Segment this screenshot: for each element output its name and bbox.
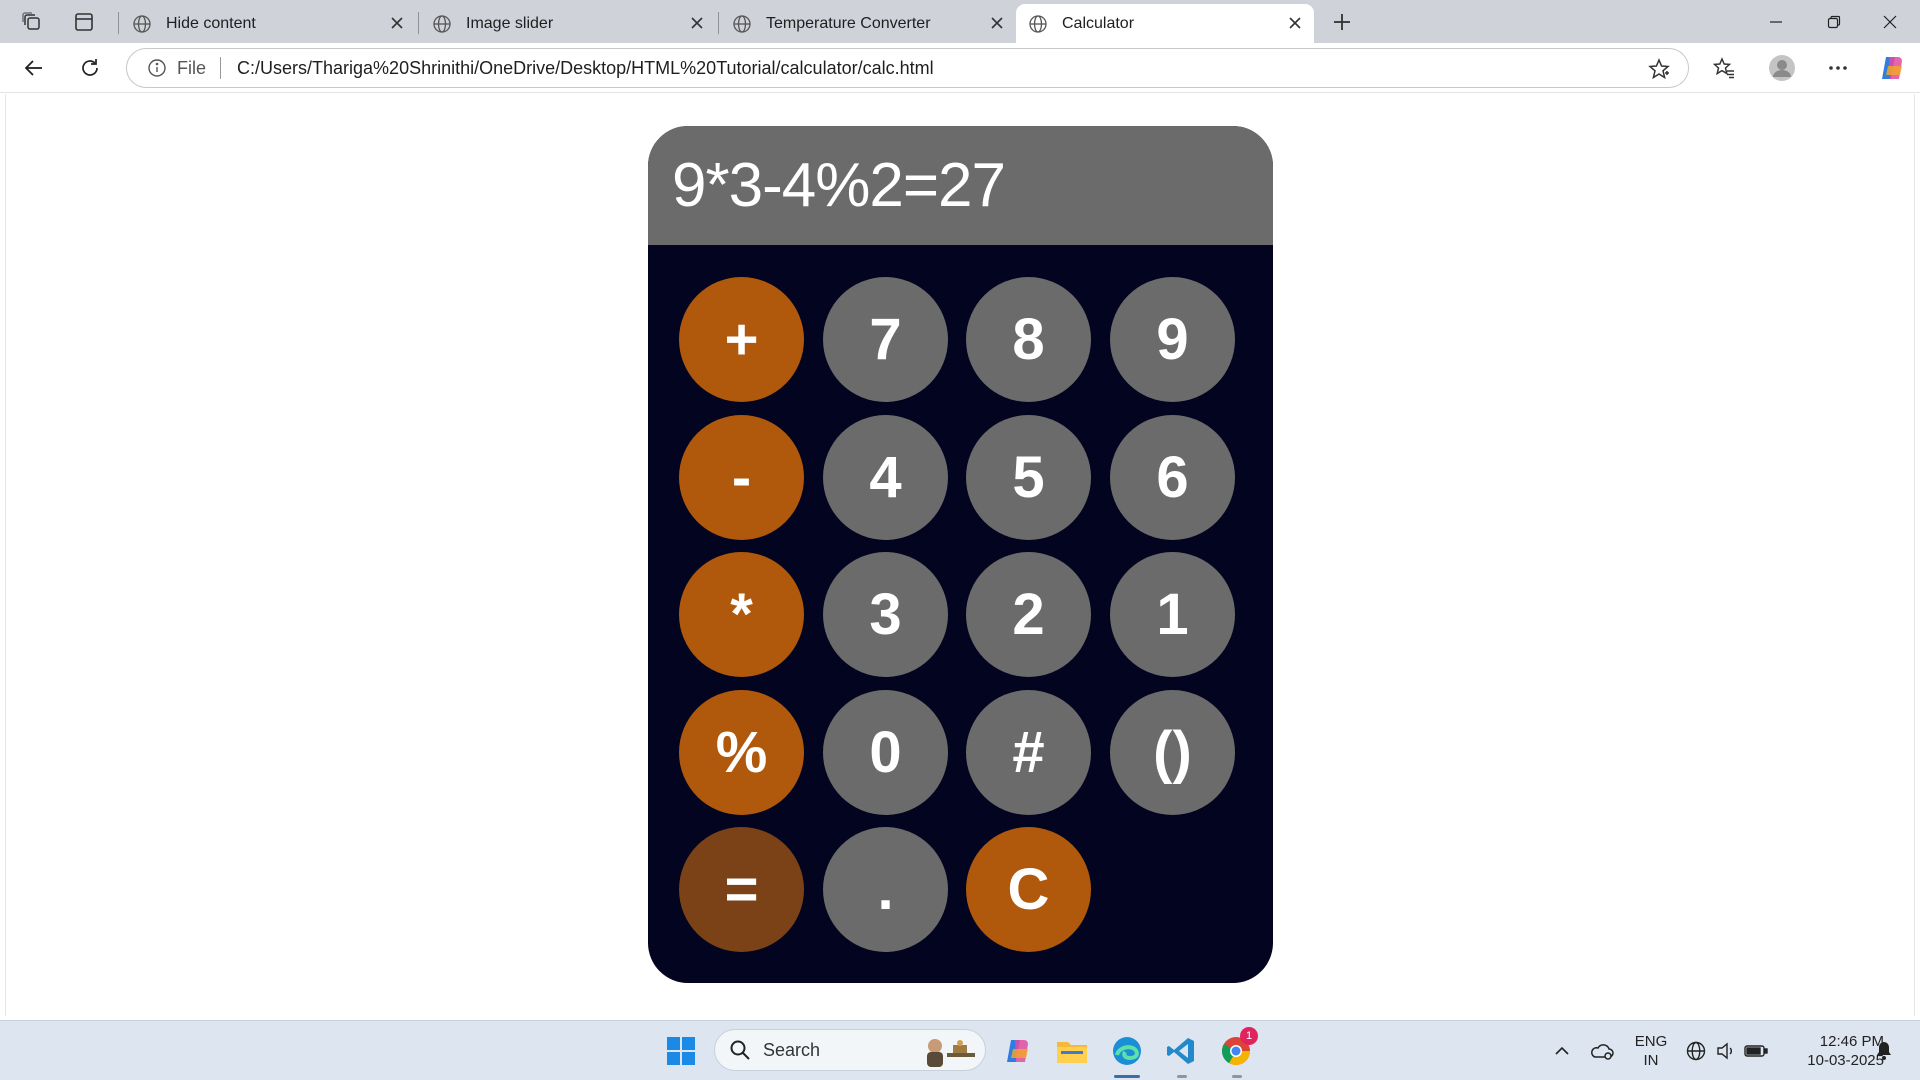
running-app-indicator [1177,1075,1187,1078]
battery-icon[interactable] [1736,1031,1776,1071]
chrome-icon[interactable]: 1 [1216,1027,1258,1071]
info-icon[interactable] [147,58,167,78]
vscode-icon[interactable] [1161,1031,1201,1071]
tab-title: Calculator [1062,14,1135,32]
tab-title: Hide content [166,14,256,32]
url-text[interactable]: C:/Users/Thariga%20Shrinithi/OneDrive/De… [237,58,934,79]
favorite-star-icon[interactable] [1648,58,1670,80]
taskbar: Search 1 ENG IN 12:46 PM 10-03-2025 [0,1020,1920,1080]
favorites-icon[interactable] [1706,51,1742,85]
chevron-up-icon[interactable] [1542,1031,1582,1071]
plus-button[interactable]: + [679,277,804,402]
decimal-button[interactable]: . [823,827,948,952]
active-app-indicator [1114,1075,1140,1078]
onedrive-icon[interactable] [1582,1031,1622,1071]
clear-button[interactable]: C [966,827,1091,952]
notification-badge: 1 [1240,1027,1258,1045]
four-button[interactable]: 4 [823,415,948,540]
six-button[interactable]: 6 [1110,415,1235,540]
eight-button[interactable]: 8 [966,277,1091,402]
tab-calculator[interactable]: Calculator [1016,4,1314,43]
three-button[interactable]: 3 [823,552,948,677]
tab-separator [118,12,119,34]
calculator: 9*3-4%2=27 + 7 8 9 - 4 5 6 * 3 2 1 % 0 #… [648,126,1273,983]
restore-icon[interactable] [1806,0,1862,43]
scheme-label: File [177,57,207,78]
taskbar-search[interactable]: Search [714,1029,986,1071]
minimize-icon[interactable] [1748,0,1804,43]
display-text: 9*3-4%2=27 [672,151,1006,220]
calculator-display: 9*3-4%2=27 [648,126,1273,245]
seven-button[interactable]: 7 [823,277,948,402]
close-icon[interactable] [688,14,706,32]
tab-separator [718,12,719,34]
percent-button[interactable]: % [679,690,804,815]
close-icon[interactable] [1286,14,1304,32]
file-explorer-icon[interactable] [1052,1031,1092,1071]
region-code: IN [1643,1052,1659,1069]
window-close-icon[interactable] [1862,0,1918,43]
address-separator [220,57,222,79]
tab-image-slider[interactable]: Image slider [420,4,716,43]
two-button[interactable]: 2 [966,552,1091,677]
tab-strip: Hide content Image slider Temperature Co… [0,0,1920,43]
language-code: ENG [1634,1033,1668,1050]
copilot-icon[interactable] [1874,51,1910,85]
one-button[interactable]: 1 [1110,552,1235,677]
equals-button[interactable]: = [679,827,804,952]
copilot-taskbar-icon[interactable] [998,1031,1038,1071]
refresh-icon[interactable] [72,51,108,85]
tab-title: Temperature Converter [766,14,931,32]
tab-separator [418,12,419,34]
edge-browser-icon[interactable] [1107,1031,1147,1071]
tab-hide-content[interactable]: Hide content [120,4,416,43]
notification-bell-icon[interactable] [1864,1031,1904,1071]
profile-avatar[interactable] [1764,51,1800,85]
windows-start-icon[interactable] [661,1031,701,1071]
search-label: Search [763,1039,821,1060]
five-button[interactable]: 5 [966,415,1091,540]
tab-temperature-converter[interactable]: Temperature Converter [720,4,1016,43]
vertical-tabs-icon[interactable] [66,6,102,38]
globe-icon [733,14,751,33]
minus-button[interactable]: - [679,415,804,540]
close-icon[interactable] [988,14,1006,32]
browser-toolbar: File C:/Users/Thariga%20Shrinithi/OneDri… [0,43,1920,93]
globe-icon [1029,14,1047,33]
nine-button[interactable]: 9 [1110,277,1235,402]
language-indicator: ENG IN [1630,1032,1672,1070]
search-icon [730,1040,750,1060]
close-icon[interactable] [388,14,406,32]
tab-title: Image slider [466,14,554,32]
zero-button[interactable]: 0 [823,690,948,815]
running-app-indicator [1232,1075,1242,1078]
globe-icon [433,14,451,33]
new-tab-button[interactable] [1324,6,1360,38]
hash-button[interactable]: # [966,690,1091,815]
workspaces-icon[interactable] [14,6,50,38]
address-bar[interactable]: File C:/Users/Thariga%20Shrinithi/OneDri… [126,48,1689,88]
multiply-button[interactable]: * [679,552,804,677]
more-options-icon[interactable] [1820,51,1856,85]
search-highlight-icon [927,1039,975,1067]
globe-icon [133,14,151,33]
back-arrow-icon[interactable] [16,51,52,85]
parentheses-button[interactable]: () [1110,690,1235,815]
